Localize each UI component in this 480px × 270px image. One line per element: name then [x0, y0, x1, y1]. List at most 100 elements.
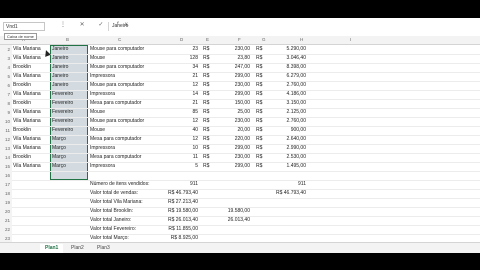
cell-c[interactable]: Mesa para computador: [90, 99, 170, 108]
cell-a[interactable]: Brooklin: [13, 99, 49, 108]
cell-h[interactable]: 8.398,00: [262, 63, 306, 72]
cell-d[interactable]: 14: [160, 90, 198, 99]
cell-b[interactable]: Março: [52, 135, 87, 144]
cell-h[interactable]: 911: [262, 180, 306, 189]
row-number[interactable]: 20: [0, 207, 12, 216]
tab-plan3[interactable]: Plan3: [92, 244, 115, 253]
cell-c[interactable]: Mouse: [90, 126, 170, 135]
cell-a[interactable]: Brooklin: [13, 126, 49, 135]
cell-d[interactable]: 21: [160, 72, 198, 81]
cell-c[interactable]: Valor total Brooklin:: [90, 207, 170, 216]
cell-d[interactable]: 12: [160, 135, 198, 144]
cell-f[interactable]: 220,00: [210, 135, 250, 144]
cell-c[interactable]: Valor total Fevereiro:: [90, 225, 170, 234]
cell-d[interactable]: 21: [160, 99, 198, 108]
row-number[interactable]: 19: [0, 198, 12, 207]
cell-a[interactable]: Vila Mariana: [13, 162, 49, 171]
cell-a[interactable]: Brooklin: [13, 63, 49, 72]
cell-d[interactable]: R$ 11.855,00: [160, 225, 198, 234]
row-number[interactable]: 21: [0, 216, 12, 225]
cell-d[interactable]: R$ 46.793,40: [160, 189, 198, 198]
cell-h[interactable]: 900,00: [262, 126, 306, 135]
cell-a[interactable]: Brooklin: [13, 153, 49, 162]
row-number[interactable]: 3: [0, 54, 12, 63]
formula-input[interactable]: Janeiro: [108, 22, 472, 31]
row-number[interactable]: 7: [0, 90, 12, 99]
cell-f[interactable]: 150,00: [210, 99, 250, 108]
cell-c[interactable]: Valor total de vendas:: [90, 189, 170, 198]
cell-c[interactable]: Impressora: [90, 162, 170, 171]
cell-d[interactable]: 12: [160, 81, 198, 90]
cell-b[interactable]: Fevereiro: [52, 117, 87, 126]
cell-d[interactable]: 40: [160, 126, 198, 135]
cell-f[interactable]: 25,00: [210, 108, 250, 117]
cell-c[interactable]: Impressora: [90, 144, 170, 153]
cell-h[interactable]: 2.125,00: [262, 108, 306, 117]
cell-b[interactable]: Março: [52, 162, 87, 171]
cell-d[interactable]: 34: [160, 63, 198, 72]
column-header-b[interactable]: B: [66, 37, 69, 42]
cell-b[interactable]: Janeiro: [52, 54, 87, 63]
cell-c[interactable]: Mouse: [90, 54, 170, 63]
row-number[interactable]: 8: [0, 99, 12, 108]
cell-b[interactable]: Janeiro: [52, 81, 87, 90]
cell-h[interactable]: 2.530,00: [262, 153, 306, 162]
cell-a[interactable]: Vila Mariana: [13, 144, 49, 153]
cell-a[interactable]: Vila Mariana: [13, 90, 49, 99]
tab-plan1[interactable]: Plan1: [40, 244, 64, 253]
cell-b[interactable]: Janeiro: [52, 63, 87, 72]
cell-d[interactable]: 10: [160, 144, 198, 153]
cell-f[interactable]: 247,00: [210, 63, 250, 72]
row-number[interactable]: 15: [0, 162, 12, 171]
cell-h[interactable]: 2.640,00: [262, 135, 306, 144]
row-number[interactable]: 12: [0, 135, 12, 144]
cell-f[interactable]: 19.580,00: [210, 207, 250, 216]
cell-h[interactable]: R$ 46.793,40: [262, 189, 306, 198]
cell-h[interactable]: 2.760,00: [262, 117, 306, 126]
column-header-g[interactable]: G: [262, 37, 266, 42]
cell-c[interactable]: Mouse: [90, 108, 170, 117]
row-number[interactable]: 6: [0, 81, 12, 90]
cell-f[interactable]: 299,00: [210, 72, 250, 81]
column-header-e[interactable]: E: [206, 37, 209, 42]
cell-h[interactable]: 1.495,00: [262, 162, 306, 171]
name-box[interactable]: Vnd1: [3, 22, 45, 31]
column-header-f[interactable]: F: [238, 37, 241, 42]
cell-f[interactable]: 299,00: [210, 144, 250, 153]
cell-d[interactable]: 128: [160, 54, 198, 63]
cell-a[interactable]: Vila Mariana: [13, 54, 49, 63]
row-number[interactable]: 9: [0, 108, 12, 117]
cell-b[interactable]: Janeiro: [52, 72, 87, 81]
row-number[interactable]: 11: [0, 126, 12, 135]
column-header-c[interactable]: C: [118, 37, 121, 42]
cell-a[interactable]: Vila Mariana: [13, 117, 49, 126]
cell-a[interactable]: Vila Mariana: [13, 108, 49, 117]
row-number[interactable]: 2: [0, 45, 12, 54]
cell-b[interactable]: Fevereiro: [52, 90, 87, 99]
cell-d[interactable]: 911: [160, 180, 198, 189]
row-number[interactable]: 17: [0, 180, 12, 189]
row-number[interactable]: 18: [0, 189, 12, 198]
cell-h[interactable]: 3.150,00: [262, 99, 306, 108]
row-number[interactable]: 13: [0, 144, 12, 153]
cell-a[interactable]: Vila Mariana: [13, 135, 49, 144]
cell-b[interactable]: Fevereiro: [52, 126, 87, 135]
row-number[interactable]: 16: [0, 171, 12, 180]
row-number[interactable]: 4: [0, 63, 12, 72]
cell-c[interactable]: Mesa para computador: [90, 135, 170, 144]
cell-f[interactable]: 230,00: [210, 81, 250, 90]
cell-d[interactable]: 85: [160, 108, 198, 117]
cell-f[interactable]: 230,00: [210, 45, 250, 54]
cell-h[interactable]: 3.046,40: [262, 54, 306, 63]
cell-c[interactable]: Mouse para computador: [90, 63, 170, 72]
cell-d[interactable]: 11: [160, 153, 198, 162]
cell-b[interactable]: Fevereiro: [52, 99, 87, 108]
cell-c[interactable]: Número de itens vendidos:: [90, 180, 170, 189]
row-number[interactable]: 10: [0, 117, 12, 126]
cell-c[interactable]: Mouse para computador: [90, 81, 170, 90]
row-number[interactable]: 14: [0, 153, 12, 162]
cell-d[interactable]: 12: [160, 117, 198, 126]
cell-a[interactable]: Vila Mariana: [13, 72, 49, 81]
cell-c[interactable]: Impressora: [90, 72, 170, 81]
cell-f[interactable]: 230,00: [210, 117, 250, 126]
